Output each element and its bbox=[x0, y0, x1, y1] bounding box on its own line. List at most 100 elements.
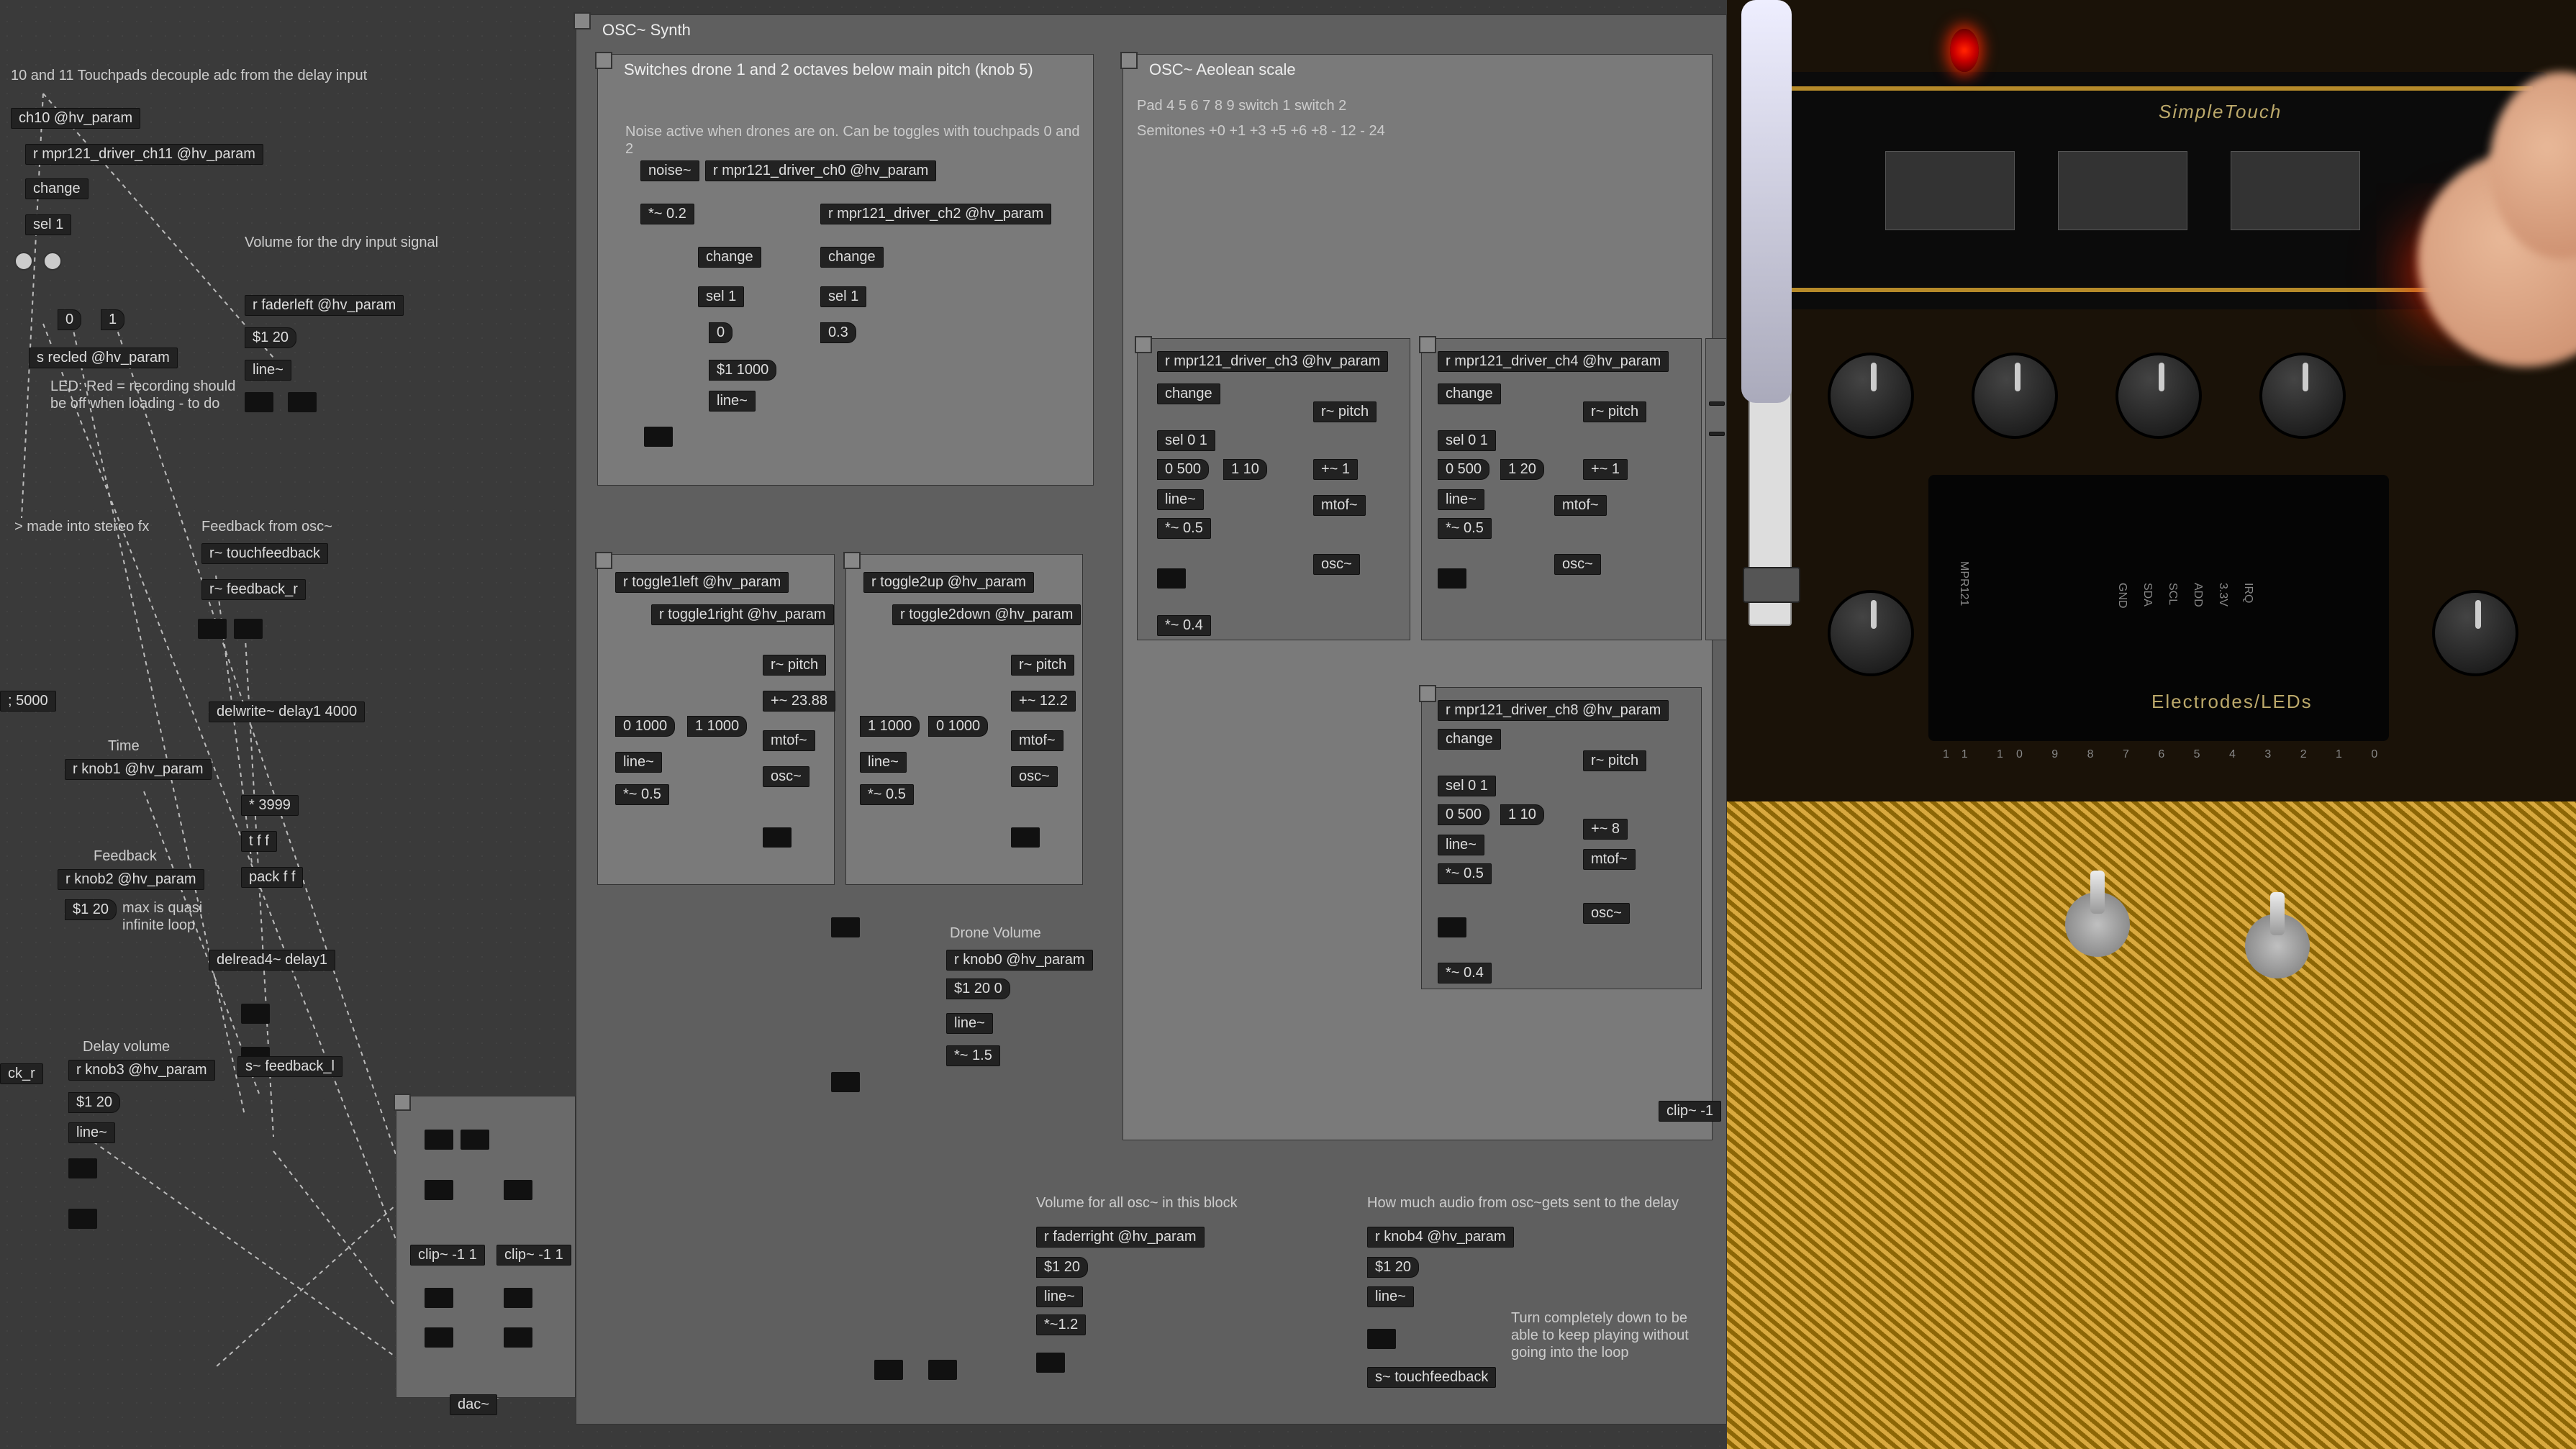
obj-packff[interactable]: pack f f bbox=[241, 867, 303, 888]
obj-m2388[interactable]: +~ 23.88 bbox=[763, 691, 835, 712]
obj-mpr0[interactable]: r mpr121_driver_ch0 @hv_param bbox=[705, 160, 936, 181]
obj-m122[interactable]: +~ 12.2 bbox=[1011, 691, 1076, 712]
obj-mpr3[interactable]: r mpr121_driver_ch3 @hv_param bbox=[1157, 351, 1388, 372]
mix-final2[interactable] bbox=[928, 1360, 957, 1380]
msg-s120[interactable]: $1 20 bbox=[245, 327, 296, 348]
obj-lineE[interactable]: line~ bbox=[1036, 1286, 1083, 1307]
obj-tog2up[interactable]: r toggle2up @hv_param bbox=[863, 572, 1034, 593]
mix-d[interactable] bbox=[504, 1180, 532, 1200]
msg-0b[interactable]: 0 bbox=[709, 322, 733, 343]
obj-knob4[interactable]: r knob4 @hv_param bbox=[1367, 1227, 1514, 1248]
toggle-drones[interactable] bbox=[595, 52, 612, 69]
obj-linex2[interactable]: line~ bbox=[860, 752, 907, 773]
obj-ch3-change[interactable]: change bbox=[1157, 383, 1220, 404]
msg-11000[interactable]: 1 1000 bbox=[687, 716, 747, 737]
toggle-mixer[interactable] bbox=[394, 1094, 411, 1111]
toggle-aeolean[interactable] bbox=[1120, 52, 1138, 69]
obj-mult-dv[interactable] bbox=[68, 1158, 97, 1178]
obj-mult-noise[interactable] bbox=[644, 427, 673, 447]
obj-ch4-line[interactable]: line~ bbox=[1438, 489, 1484, 510]
obj-delwrite[interactable]: delwrite~ delay1 4000 bbox=[209, 701, 365, 722]
obj-mult-fb[interactable] bbox=[241, 1004, 270, 1024]
msg-ch3-110[interactable]: 1 10 bbox=[1223, 459, 1267, 480]
pd-canvas[interactable]: 10 and 11 Touchpads decouple adc from th… bbox=[0, 0, 1727, 1449]
toggle-osc-synth[interactable] bbox=[573, 12, 591, 29]
obj-feedback-r[interactable]: r~ feedback_r bbox=[201, 579, 306, 600]
msg-s120c[interactable]: $1 20 bbox=[68, 1092, 120, 1113]
obj-tog1left[interactable]: r toggle1left @hv_param bbox=[615, 572, 789, 593]
obj-mpr11[interactable]: r mpr121_driver_ch11 @hv_param bbox=[25, 144, 263, 165]
mult-d2[interactable] bbox=[1011, 827, 1040, 848]
obj-m12e[interactable]: *~1.2 bbox=[1036, 1314, 1086, 1335]
obj-dac[interactable]: dac~ bbox=[450, 1394, 497, 1415]
msg-0[interactable]: 0 bbox=[58, 309, 81, 330]
obj-m02[interactable]: *~ 0.2 bbox=[640, 204, 694, 224]
obj-mult-dry[interactable] bbox=[245, 392, 273, 412]
toggle-ch3[interactable] bbox=[1135, 336, 1152, 353]
obj-sel1-1[interactable]: sel 1 bbox=[25, 214, 71, 235]
block-peek1[interactable] bbox=[1705, 338, 1727, 640]
mix-a[interactable] bbox=[425, 1130, 453, 1150]
msg-ch8-0500[interactable]: 0 500 bbox=[1438, 804, 1489, 825]
obj-tog2down[interactable]: r toggle2down @hv_param bbox=[892, 604, 1081, 625]
obj-ch3-sel[interactable]: sel 0 1 bbox=[1157, 430, 1215, 451]
obj-m15[interactable]: *~ 1.5 bbox=[946, 1045, 1000, 1066]
obj-ch8-m04[interactable]: *~ 0.4 bbox=[1438, 963, 1492, 984]
msg-s120f[interactable]: $1 20 bbox=[1367, 1257, 1419, 1278]
obj-mtofB[interactable]: mtof~ bbox=[1011, 730, 1063, 751]
obj-ch4-mtof[interactable]: mtof~ bbox=[1554, 495, 1607, 516]
obj-ch8-pitch[interactable]: r~ pitch bbox=[1583, 750, 1646, 771]
obj-noise[interactable]: noise~ bbox=[640, 160, 699, 181]
subpatch-drones[interactable]: Switches drone 1 and 2 octaves below mai… bbox=[597, 54, 1094, 486]
mult-allosc[interactable] bbox=[1036, 1353, 1065, 1373]
msg-1[interactable]: 1 bbox=[101, 309, 124, 330]
obj-touchfeedback[interactable]: r~ touchfeedback bbox=[201, 543, 328, 564]
obj-mpr4[interactable]: r mpr121_driver_ch4 @hv_param bbox=[1438, 351, 1669, 372]
bang-2[interactable] bbox=[43, 252, 62, 271]
obj-sel1a[interactable]: sel 1 bbox=[698, 286, 744, 307]
mix-e[interactable] bbox=[425, 1288, 453, 1308]
obj-oscA[interactable]: osc~ bbox=[763, 766, 809, 787]
msg-s11000[interactable]: $1 1000 bbox=[709, 360, 776, 381]
mix-c[interactable] bbox=[425, 1180, 453, 1200]
obj-peek2[interactable] bbox=[1709, 432, 1725, 436]
obj-ch8-sel[interactable]: sel 0 1 bbox=[1438, 776, 1496, 796]
obj-ch4-change[interactable]: change bbox=[1438, 383, 1501, 404]
mult-d1[interactable] bbox=[763, 827, 792, 848]
obj-linex1[interactable]: line~ bbox=[615, 752, 662, 773]
msg-s120e[interactable]: $1 20 bbox=[1036, 1257, 1088, 1278]
obj-ch3-mtof[interactable]: mtof~ bbox=[1313, 495, 1366, 516]
obj-peek1[interactable] bbox=[1709, 401, 1725, 406]
obj-changeB[interactable]: change bbox=[820, 247, 884, 268]
obj-tog1right[interactable]: r toggle1right @hv_param bbox=[651, 604, 834, 625]
obj-oscB[interactable]: osc~ bbox=[1011, 766, 1058, 787]
msg-s120d[interactable]: $1 20 0 bbox=[946, 978, 1010, 999]
obj-m05b[interactable]: *~ 0.5 bbox=[860, 784, 914, 805]
obj-change-1[interactable]: change bbox=[25, 178, 89, 199]
obj-sfeedbackl[interactable]: s~ feedback_l bbox=[237, 1056, 343, 1077]
obj-ch8-change[interactable]: change bbox=[1438, 729, 1501, 750]
obj-ch3-m05[interactable]: *~ 0.5 bbox=[1157, 518, 1211, 539]
obj-line2[interactable]: line~ bbox=[68, 1122, 115, 1143]
obj-sel1b[interactable]: sel 1 bbox=[820, 286, 866, 307]
obj-mult-dv2[interactable] bbox=[68, 1209, 97, 1229]
obj-ch8-mtof[interactable]: mtof~ bbox=[1583, 849, 1636, 870]
obj-ch3-line[interactable]: line~ bbox=[1157, 489, 1204, 510]
msg-03[interactable]: 0.3 bbox=[820, 322, 856, 343]
obj-mpr8[interactable]: r mpr121_driver_ch8 @hv_param bbox=[1438, 700, 1669, 721]
msg-01000b[interactable]: 0 1000 bbox=[928, 716, 988, 737]
obj-ch4-osc[interactable]: osc~ bbox=[1554, 554, 1601, 575]
obj-ch8-line[interactable]: line~ bbox=[1438, 835, 1484, 855]
mult-df[interactable] bbox=[1367, 1329, 1396, 1349]
obj-add-fb[interactable] bbox=[198, 619, 227, 639]
obj-knob0[interactable]: r knob0 @hv_param bbox=[946, 950, 1093, 971]
mix-h[interactable] bbox=[504, 1327, 532, 1348]
mix-g[interactable] bbox=[425, 1327, 453, 1348]
obj-m05a[interactable]: *~ 0.5 bbox=[615, 784, 669, 805]
mult-dfinal[interactable] bbox=[831, 1072, 860, 1092]
obj-recled[interactable]: s recled @hv_param bbox=[29, 348, 178, 368]
obj-knob1[interactable]: r knob1 @hv_param bbox=[65, 759, 212, 780]
msg-ch4-120[interactable]: 1 20 bbox=[1500, 459, 1544, 480]
obj-ch3-m04[interactable]: *~ 0.4 bbox=[1157, 615, 1211, 636]
obj-ch8-m05[interactable]: *~ 0.5 bbox=[1438, 863, 1492, 884]
